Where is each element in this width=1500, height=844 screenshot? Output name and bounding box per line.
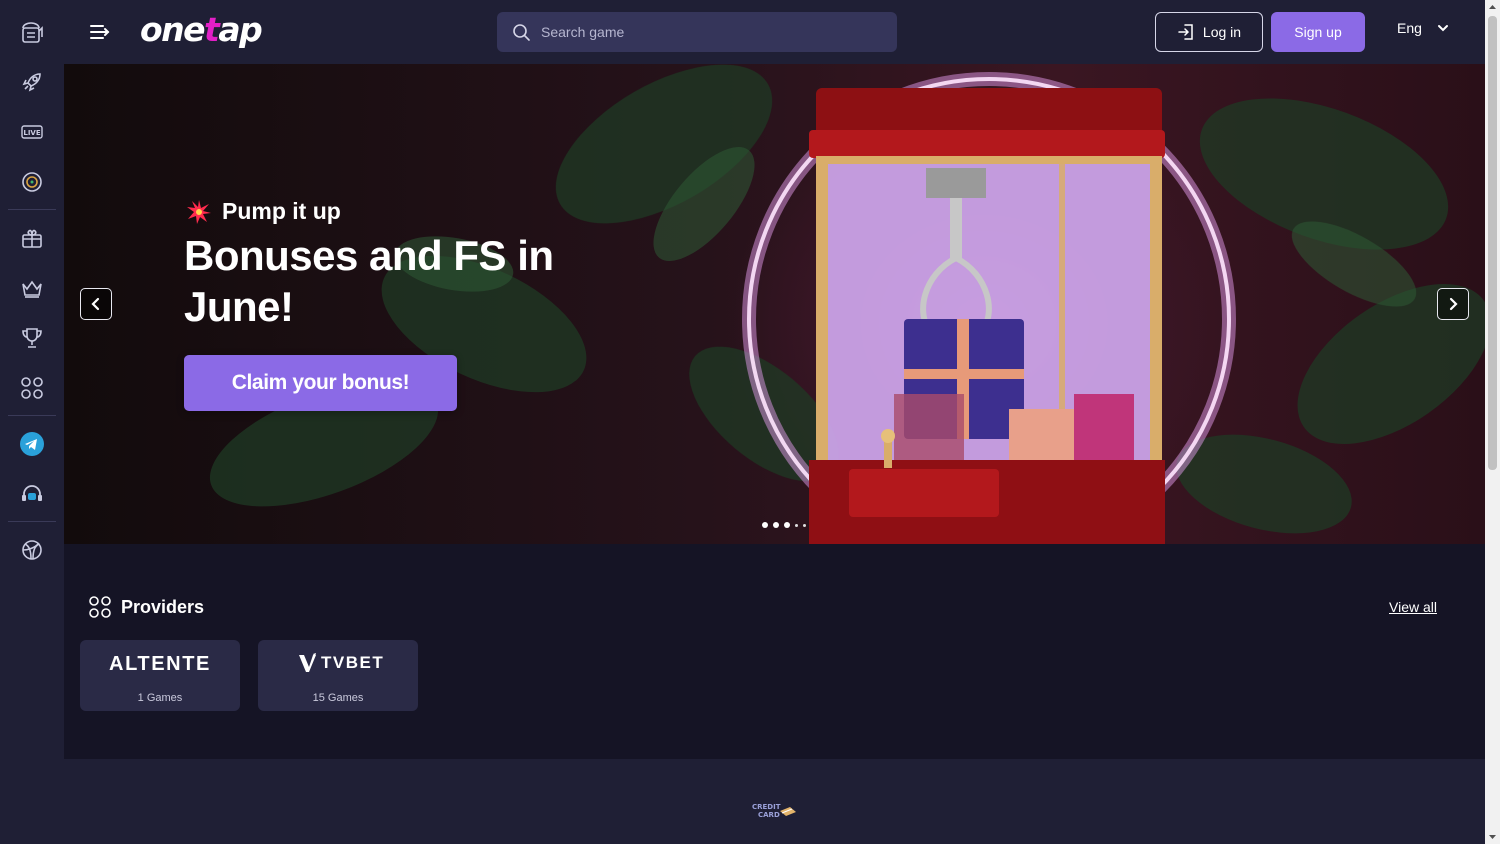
carousel-dot[interactable]: [773, 522, 779, 528]
tvbet-v-icon: [299, 653, 316, 672]
casino-icon[interactable]: [14, 14, 50, 50]
provider-name: ALTENTE: [109, 653, 211, 675]
search-icon: [513, 24, 530, 41]
chevron-down-icon: [1437, 25, 1448, 32]
svg-text:LIVE: LIVE: [23, 129, 40, 137]
scrollbar-thumb[interactable]: [1488, 16, 1497, 470]
sidebar-divider: [8, 415, 56, 416]
provider-card-tvbet[interactable]: TVBET 15 Games: [258, 640, 418, 711]
provider-game-count: 15 Games: [312, 692, 364, 704]
trophy-icon[interactable]: [14, 320, 50, 356]
login-icon: [1178, 24, 1193, 40]
provider-name: TVBET: [321, 653, 385, 672]
language-label: Eng: [1397, 20, 1422, 36]
carousel-dot[interactable]: [762, 522, 768, 528]
claim-bonus-button[interactable]: Claim your bonus!: [184, 355, 457, 411]
providers-heading-text: Providers: [121, 596, 205, 617]
credit-card-logo: CREDIT CARD: [752, 803, 796, 819]
signup-label: Sign up: [1294, 24, 1342, 40]
top-header: onetap Log in Sign up Eng: [64, 0, 1485, 64]
hero-banner[interactable]: Pump it up Bonuses and FS in June! Claim…: [64, 64, 1485, 544]
provider-card-altente[interactable]: ALTENTE 1 Games: [80, 640, 240, 711]
tvbet-logo: TVBET: [298, 652, 384, 674]
telegram-icon[interactable]: [14, 426, 50, 462]
search-input[interactable]: [541, 24, 871, 40]
svg-text:CREDIT: CREDIT: [752, 803, 781, 811]
chevron-right-icon: [1449, 297, 1458, 311]
hero-title: Bonuses and FS in June!: [184, 232, 554, 330]
logo-text: one: [140, 10, 206, 49]
svg-text:CARD: CARD: [758, 811, 780, 819]
carousel-prev-button[interactable]: [80, 288, 112, 320]
carousel-dot[interactable]: [803, 523, 806, 527]
menu-toggle-icon[interactable]: [88, 20, 112, 44]
login-button[interactable]: Log in: [1155, 12, 1263, 52]
hero-kicker: Pump it up: [186, 198, 341, 225]
scrollbar[interactable]: [1485, 0, 1500, 844]
gift-icon[interactable]: [14, 220, 50, 256]
login-label: Log in: [1202, 24, 1242, 40]
logo-text-end: ap: [218, 10, 262, 49]
sidebar-divider: [8, 209, 56, 210]
burst-icon: [187, 199, 211, 224]
carousel-dot[interactable]: [795, 523, 798, 527]
live-icon[interactable]: LIVE: [14, 114, 50, 150]
provider-game-count: 1 Games: [137, 692, 183, 704]
chevron-left-icon: [91, 297, 100, 311]
language-selector[interactable]: Eng: [1397, 20, 1450, 36]
rocket-icon[interactable]: [14, 64, 50, 100]
search-bar[interactable]: [497, 12, 897, 52]
providers-heading: Providers: [88, 595, 204, 619]
sidebar-divider: [8, 521, 56, 522]
carousel-dot[interactable]: [784, 522, 790, 528]
providers-section: Providers View all ALTENTE 1 Games TVBET…: [64, 544, 1485, 759]
grid-icon[interactable]: [14, 370, 50, 406]
claim-bonus-label: Claim your bonus!: [231, 371, 410, 394]
roulette-icon[interactable]: [14, 164, 50, 200]
signup-button[interactable]: Sign up: [1271, 12, 1365, 52]
carousel-dots: [762, 522, 806, 528]
scroll-down-arrow-icon[interactable]: [1488, 832, 1497, 841]
sports-ball-icon[interactable]: [14, 532, 50, 568]
hero-kicker-text: Pump it up: [222, 198, 341, 224]
crown-icon[interactable]: [14, 270, 50, 306]
logo-accent-text: t: [204, 10, 220, 49]
grid-icon: [89, 596, 111, 618]
view-all-link[interactable]: View all: [1389, 599, 1437, 615]
carousel-next-button[interactable]: [1437, 288, 1469, 320]
scroll-up-arrow-icon[interactable]: [1488, 3, 1497, 12]
sidebar: LIVE: [0, 0, 64, 844]
support-icon[interactable]: [14, 476, 50, 512]
site-logo[interactable]: onetap: [140, 10, 263, 49]
